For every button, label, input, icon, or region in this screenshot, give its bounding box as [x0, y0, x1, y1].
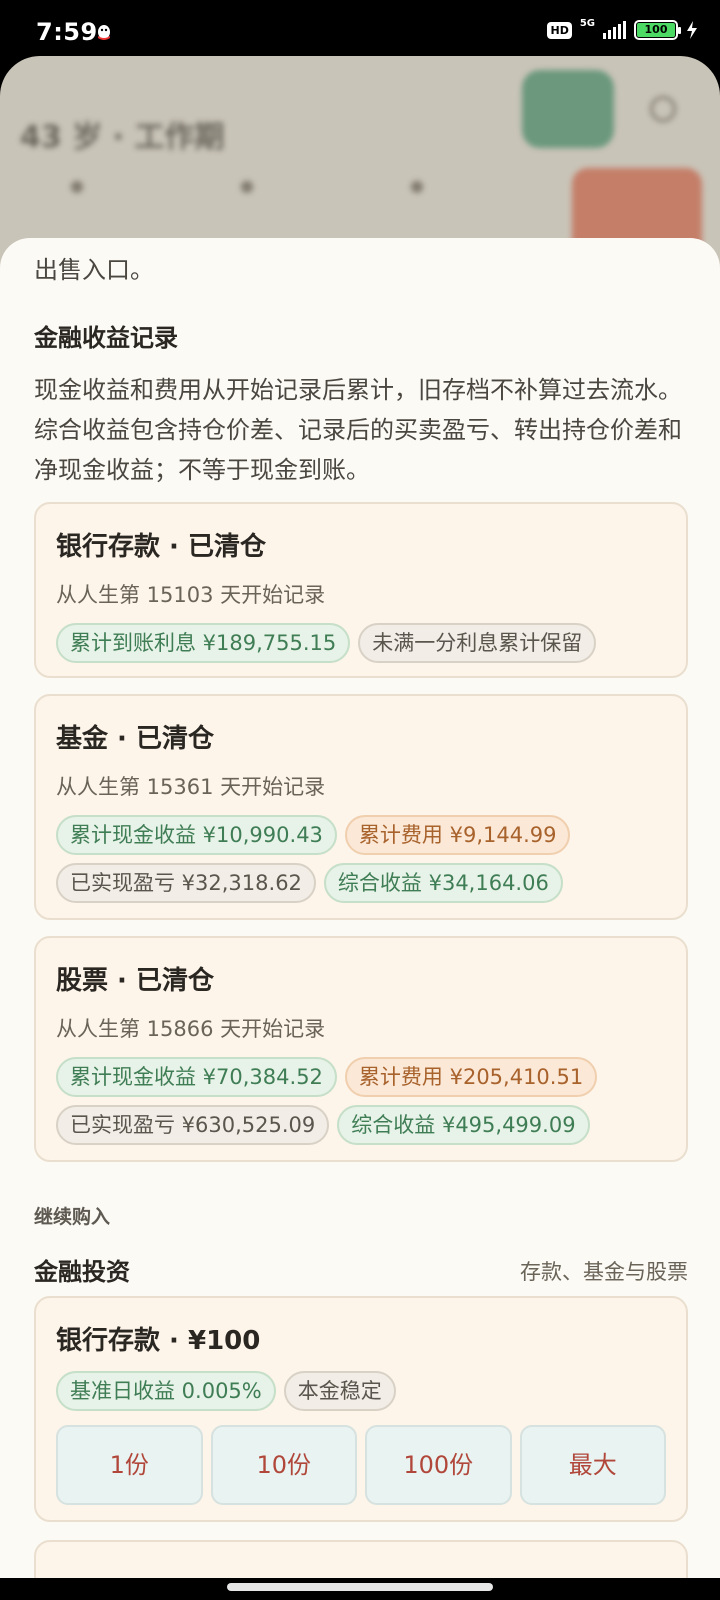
charging-icon — [687, 21, 697, 39]
gear-icon — [650, 96, 676, 122]
buy-100-shares-button[interactable]: 100份 — [365, 1425, 512, 1505]
fee-chip: 累计费用 ¥9,144.99 — [344, 815, 571, 855]
finance-record-heading: 金融收益记录 — [34, 324, 178, 352]
record-since: 从人生第 15103 天开始记录 — [56, 583, 326, 607]
background-stat-icon: ● — [410, 176, 424, 195]
home-gesture-bar[interactable] — [227, 1583, 493, 1591]
continue-buying-label: 继续购入 — [34, 1206, 111, 1228]
clock: 7:59 — [36, 18, 98, 46]
background-title: 43 岁 · 工作期 — [20, 120, 225, 155]
next-investment-card[interactable] — [34, 1540, 688, 1578]
total-return-chip: 综合收益 ¥495,499.09 — [337, 1105, 590, 1145]
network-type: 5G — [579, 17, 595, 29]
deposit-purchase-card: 银行存款 · ¥100 基准日收益 0.005% 本金稳定 1份 10份 100… — [34, 1296, 688, 1522]
interest-total-chip: 累计到账利息 ¥189,755.15 — [56, 623, 351, 663]
record-card-deposit: 银行存款 · 已清仓 从人生第 15103 天开始记录 累计到账利息 ¥189,… — [34, 502, 688, 678]
daily-yield-chip: 基准日收益 0.005% — [56, 1371, 276, 1411]
record-title: 股票 · 已清仓 — [56, 966, 214, 996]
record-card-fund: 基金 · 已清仓 从人生第 15361 天开始记录 累计现金收益 ¥10,990… — [34, 694, 688, 920]
cash-income-chip: 累计现金收益 ¥10,990.43 — [56, 815, 337, 855]
finance-sheet: 出售入口。 金融收益记录 现金收益和费用从开始记录后累计，旧存档不补算过去流水。… — [0, 238, 720, 1578]
finance-record-description: 现金收益和费用从开始记录后累计，旧存档不补算过去流水。综合收益包含持仓价差、记录… — [34, 376, 682, 484]
record-title: 基金 · 已清仓 — [56, 724, 214, 754]
qq-penguin-icon — [98, 25, 110, 40]
cash-income-chip: 累计现金收益 ¥70,384.52 — [56, 1057, 337, 1097]
deposit-title: 银行存款 · ¥100 — [56, 1326, 261, 1356]
investment-note: 存款、基金与股票 — [520, 1260, 688, 1284]
record-card-stock: 股票 · 已清仓 从人生第 15866 天开始记录 累计现金收益 ¥70,384… — [34, 936, 688, 1162]
record-since: 从人生第 15866 天开始记录 — [56, 1017, 326, 1041]
realized-pnl-chip: 已实现盈亏 ¥32,318.62 — [56, 863, 316, 903]
buy-max-button[interactable]: 最大 — [519, 1425, 666, 1505]
record-title: 银行存款 · 已清仓 — [56, 532, 266, 562]
background-primary-button — [522, 70, 614, 148]
battery-level: 100 — [637, 23, 675, 37]
fee-chip: 累计费用 ¥205,410.51 — [344, 1057, 598, 1097]
intro-tail-text: 出售入口。 — [34, 256, 154, 284]
investment-heading: 金融投资 — [34, 1258, 130, 1286]
buy-10-shares-button[interactable]: 10份 — [210, 1425, 357, 1505]
buy-1-share-button[interactable]: 1份 — [56, 1425, 203, 1505]
background-stat-icon: ● — [70, 176, 84, 195]
background-stat-icon: ● — [240, 176, 254, 195]
realized-pnl-chip: 已实现盈亏 ¥630,525.09 — [56, 1105, 330, 1145]
principal-stable-chip: 本金稳定 — [283, 1371, 396, 1411]
interest-note-chip: 未满一分利息累计保留 — [358, 623, 597, 663]
hd-badge: HD — [547, 21, 572, 39]
signal-icon — [603, 21, 626, 39]
status-bar: 7:59 HD 5G 100 — [0, 0, 720, 64]
record-since: 从人生第 15361 天开始记录 — [56, 775, 326, 799]
total-return-chip: 综合收益 ¥34,164.06 — [323, 863, 563, 903]
battery-icon: 100 — [634, 20, 681, 40]
